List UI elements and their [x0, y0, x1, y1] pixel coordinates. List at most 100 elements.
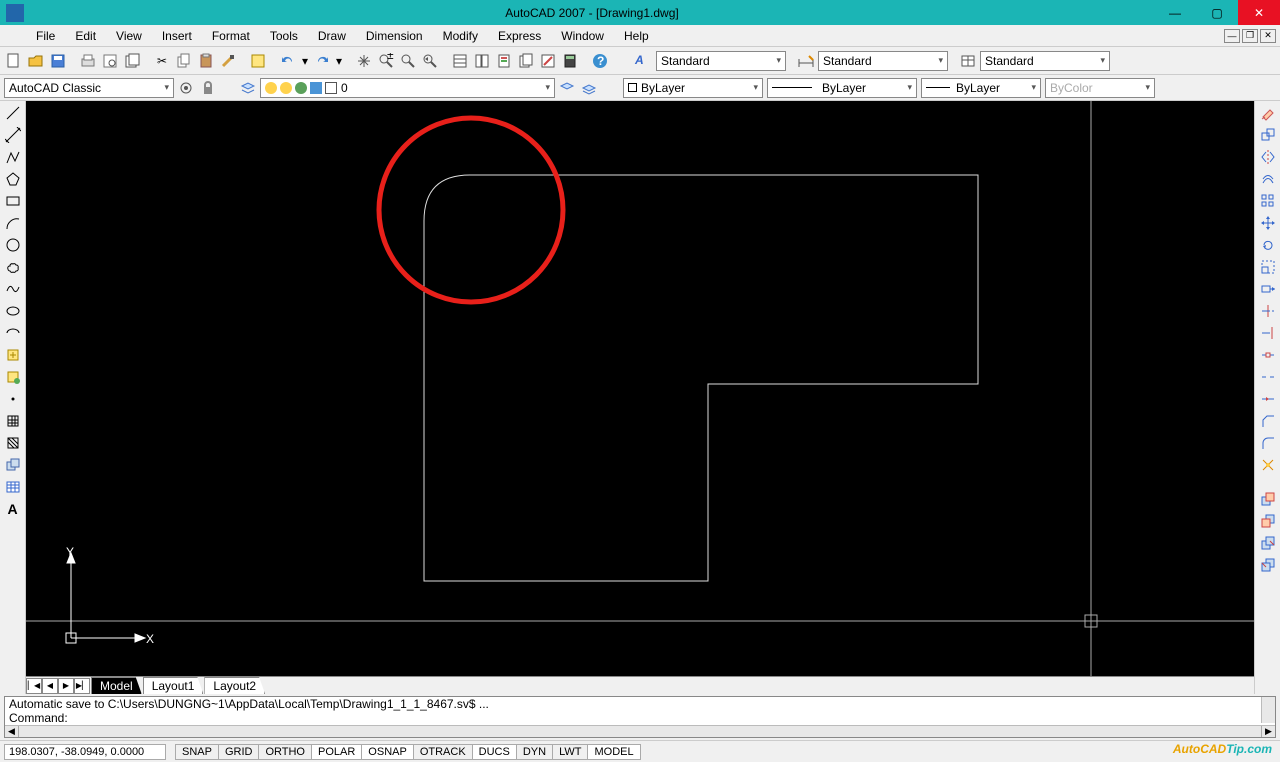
mdi-restore[interactable]: ❐ — [1242, 29, 1258, 43]
drawing-canvas[interactable]: X Y — [26, 101, 1254, 676]
plot-icon[interactable] — [78, 51, 98, 71]
osnap-toggle[interactable]: OSNAP — [361, 744, 414, 760]
workspace-select[interactable]: AutoCAD Classic — [4, 78, 174, 98]
workspace-lock-icon[interactable] — [198, 78, 218, 98]
text-style-select[interactable]: Standard — [656, 51, 786, 71]
save-icon[interactable] — [48, 51, 68, 71]
table-style-icon[interactable] — [958, 51, 978, 71]
menu-draw[interactable]: Draw — [308, 27, 356, 45]
match-properties-icon[interactable] — [218, 51, 238, 71]
menu-dimension[interactable]: Dimension — [356, 27, 433, 45]
stretch-icon[interactable] — [1258, 279, 1278, 299]
tab-layout2[interactable]: Layout2 — [204, 677, 265, 694]
sheet-set-icon[interactable] — [516, 51, 536, 71]
menu-insert[interactable]: Insert — [152, 27, 202, 45]
ducs-toggle[interactable]: DUCS — [472, 744, 517, 760]
dyn-toggle[interactable]: DYN — [516, 744, 553, 760]
make-block-icon[interactable] — [3, 367, 23, 387]
lineweight-select[interactable]: ByLayer — [921, 78, 1041, 98]
chamfer-icon[interactable] — [1258, 411, 1278, 431]
redo-dropdown[interactable]: ▾ — [334, 51, 344, 71]
erase-icon[interactable] — [1258, 103, 1278, 123]
copy-icon[interactable] — [174, 51, 194, 71]
command-prompt[interactable]: Command: — [5, 711, 1275, 725]
explode-icon[interactable] — [1258, 455, 1278, 475]
layer-properties-icon[interactable] — [238, 78, 258, 98]
array-icon[interactable] — [1258, 191, 1278, 211]
tool-palettes-icon[interactable] — [494, 51, 514, 71]
menu-file[interactable]: File — [26, 27, 65, 45]
publish-icon[interactable] — [122, 51, 142, 71]
mtext-icon[interactable]: A — [3, 499, 23, 519]
scroll-left-icon[interactable]: ◀ — [5, 726, 19, 737]
menu-view[interactable]: View — [106, 27, 152, 45]
maximize-button[interactable]: ▢ — [1196, 0, 1238, 25]
polyline-icon[interactable] — [3, 147, 23, 167]
tab-model[interactable]: Model — [91, 677, 142, 694]
fillet-icon[interactable] — [1258, 433, 1278, 453]
spline-icon[interactable] — [3, 279, 23, 299]
design-center-icon[interactable] — [472, 51, 492, 71]
paste-icon[interactable] — [196, 51, 216, 71]
dim-style-icon[interactable] — [796, 51, 816, 71]
hatch-icon[interactable] — [3, 411, 23, 431]
table-icon[interactable] — [3, 477, 23, 497]
model-toggle[interactable]: MODEL — [587, 744, 640, 760]
ellipse-icon[interactable] — [3, 301, 23, 321]
text-style-icon[interactable]: A — [634, 51, 654, 71]
minimize-button[interactable]: — — [1154, 0, 1196, 25]
trim-icon[interactable] — [1258, 301, 1278, 321]
zoom-realtime-icon[interactable]: ± — [376, 51, 396, 71]
linetype-select[interactable]: ByLayer — [767, 78, 917, 98]
plot-preview-icon[interactable] — [100, 51, 120, 71]
join-icon[interactable] — [1258, 389, 1278, 409]
break-at-point-icon[interactable] — [1258, 345, 1278, 365]
insert-block-icon[interactable] — [3, 345, 23, 365]
rectangle-icon[interactable] — [3, 191, 23, 211]
tab-layout1[interactable]: Layout1 — [143, 677, 204, 694]
polar-toggle[interactable]: POLAR — [311, 744, 362, 760]
block-editor-icon[interactable] — [248, 51, 268, 71]
new-icon[interactable] — [4, 51, 24, 71]
menu-express[interactable]: Express — [488, 27, 551, 45]
ellipse-arc-icon[interactable] — [3, 323, 23, 343]
rotate-icon[interactable] — [1258, 235, 1278, 255]
line-icon[interactable] — [3, 103, 23, 123]
menu-modify[interactable]: Modify — [433, 27, 488, 45]
scale-icon[interactable] — [1258, 257, 1278, 277]
properties-icon[interactable] — [450, 51, 470, 71]
lwt-toggle[interactable]: LWT — [552, 744, 588, 760]
polygon-icon[interactable] — [3, 169, 23, 189]
copy-object-icon[interactable] — [1258, 125, 1278, 145]
move-icon[interactable] — [1258, 213, 1278, 233]
menu-help[interactable]: Help — [614, 27, 659, 45]
gradient-icon[interactable] — [3, 433, 23, 453]
tab-first-icon[interactable]: ▏◀ — [26, 678, 42, 694]
open-icon[interactable] — [26, 51, 46, 71]
tab-next-icon[interactable]: ▶ — [58, 678, 74, 694]
markup-icon[interactable] — [538, 51, 558, 71]
circle-icon[interactable] — [3, 235, 23, 255]
redo-icon[interactable] — [312, 51, 332, 71]
break-icon[interactable] — [1258, 367, 1278, 387]
undo-icon[interactable] — [278, 51, 298, 71]
grid-toggle[interactable]: GRID — [218, 744, 260, 760]
ortho-toggle[interactable]: ORTHO — [258, 744, 312, 760]
command-window[interactable]: Automatic save to C:\Users\DUNGNG~1\AppD… — [4, 696, 1276, 738]
zoom-previous-icon[interactable] — [420, 51, 440, 71]
draworder-above-icon[interactable] — [1258, 533, 1278, 553]
mirror-icon[interactable] — [1258, 147, 1278, 167]
construction-line-icon[interactable] — [3, 125, 23, 145]
revision-cloud-icon[interactable] — [3, 257, 23, 277]
close-button[interactable]: ✕ — [1238, 0, 1280, 25]
dim-style-select[interactable]: Standard — [818, 51, 948, 71]
extend-icon[interactable] — [1258, 323, 1278, 343]
table-style-select[interactable]: Standard — [980, 51, 1110, 71]
color-select[interactable]: ByLayer — [623, 78, 763, 98]
menu-tools[interactable]: Tools — [260, 27, 308, 45]
layer-states-icon[interactable] — [579, 78, 599, 98]
layer-previous-icon[interactable] — [557, 78, 577, 98]
pan-icon[interactable] — [354, 51, 374, 71]
scroll-right-icon[interactable]: ▶ — [1261, 726, 1275, 737]
mdi-close[interactable]: ✕ — [1260, 29, 1276, 43]
